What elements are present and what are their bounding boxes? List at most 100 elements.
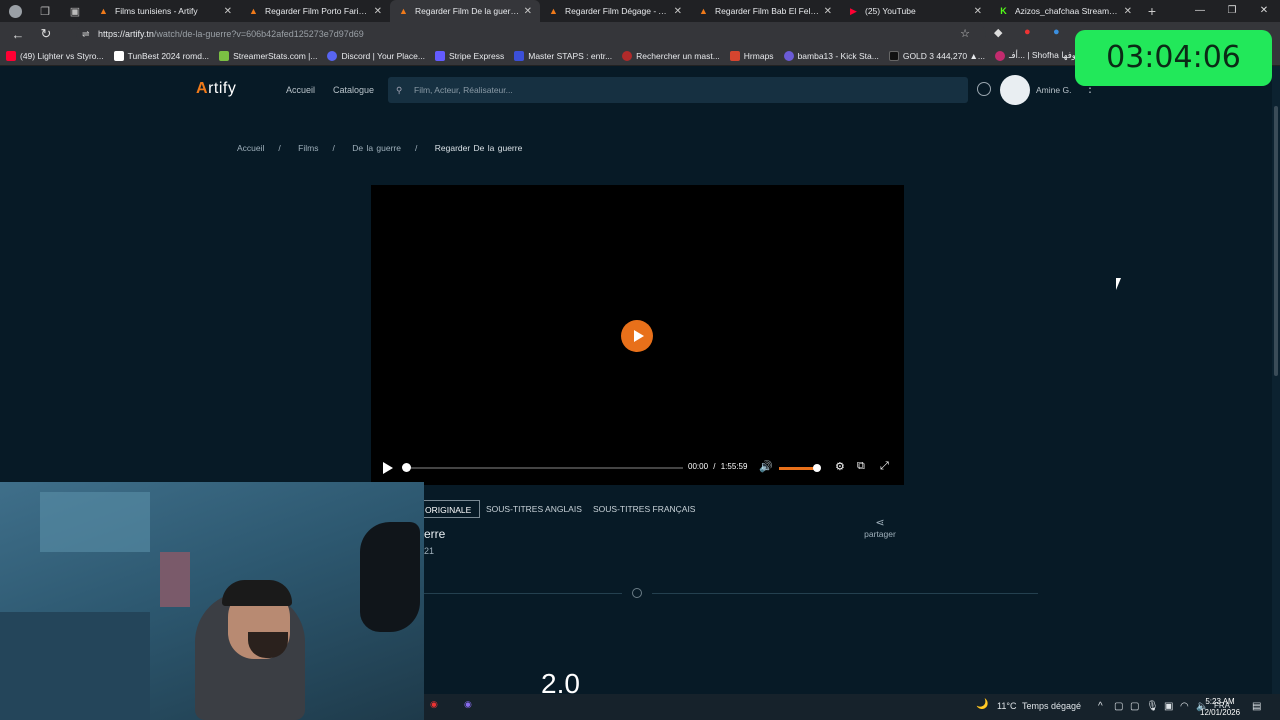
big-play-button[interactable] xyxy=(621,320,653,352)
bookmark-item[interactable]: GOLD 3 444,270 ▲... xyxy=(888,50,985,61)
divider-circle-icon xyxy=(632,588,642,598)
extension-icon[interactable]: ● xyxy=(1024,26,1031,38)
section-divider xyxy=(652,593,1038,594)
bookmark-item[interactable]: StreamerStats.com |... xyxy=(219,50,317,61)
microphone-icon[interactable]: 🎙 xyxy=(1146,701,1159,712)
share-icon: ⋖ xyxy=(875,517,885,529)
artify-icon: ▲ xyxy=(399,6,408,16)
breadcrumb-current: Regarder De la guerre xyxy=(434,143,523,153)
tray-app-icon[interactable]: ▢ xyxy=(1130,701,1139,712)
back-icon[interactable]: ← xyxy=(4,27,32,42)
artify-icon: ▲ xyxy=(249,6,258,16)
artify-icon: ▲ xyxy=(699,6,708,16)
bookmark-item[interactable]: bamba13 - Kick Sta... xyxy=(783,50,879,61)
bookmark-item[interactable]: TunBest 2024 romd... xyxy=(113,50,209,61)
restore-icon[interactable]: ❐ xyxy=(1216,0,1248,22)
search-input[interactable]: ⚲ Film, Acteur, Réalisateur... xyxy=(388,77,968,103)
address-bar[interactable]: ⇌ https://artify.tn/watch/de-la-guerre?v… xyxy=(76,25,986,43)
close-icon[interactable]: ✕ xyxy=(224,6,232,17)
share-button[interactable]: ⋖ partager xyxy=(862,516,898,539)
movie-year: 21 xyxy=(424,546,435,556)
weather-text[interactable]: Temps dégagé xyxy=(1022,701,1081,711)
player-controls: 00:00 / 1:55:59 🔊 ⚙ ⧉ ⤢ xyxy=(371,457,904,479)
site-info-icon[interactable]: ⇌ xyxy=(82,25,90,43)
nav-accueil[interactable]: Accueil xyxy=(286,85,315,95)
new-tab-button[interactable]: + xyxy=(1140,3,1164,19)
time-display: 00:00 / 1:55:59 xyxy=(688,462,748,471)
browser-tab[interactable]: ▲ Regarder Film Porto Farina - A ✕ xyxy=(240,0,390,22)
workspaces-icon[interactable]: ❐ xyxy=(30,0,60,22)
fullscreen-icon[interactable]: ⤢ xyxy=(880,460,889,473)
nav-catalogue[interactable]: Catalogue xyxy=(333,85,374,95)
extension-icon[interactable]: ◆ xyxy=(994,26,1002,39)
close-icon[interactable]: ✕ xyxy=(374,6,382,17)
artify-icon: ▲ xyxy=(549,6,558,16)
tab-sous-titres-anglais[interactable]: SOUS-TITRES ANGLAIS xyxy=(478,500,590,518)
bookmark-star-icon[interactable]: ☆ xyxy=(960,25,970,43)
movie-title: erre xyxy=(424,527,446,541)
youtube-icon: ▶ xyxy=(850,5,857,16)
notification-icon[interactable]: ▤ xyxy=(1252,701,1261,712)
close-icon[interactable]: ✕ xyxy=(824,6,832,17)
bookmark-item[interactable]: Discord | Your Place... xyxy=(327,50,425,61)
profile-icon[interactable] xyxy=(0,0,30,22)
taskbar-app-icon[interactable]: ◉ xyxy=(430,699,438,710)
browser-tab[interactable]: ▲ Regarder Film Dégage - Artify ✕ xyxy=(540,0,690,22)
user-name[interactable]: Amine G. xyxy=(1036,85,1071,95)
tray-app-icon[interactable]: ▢ xyxy=(1114,701,1123,712)
volume-slider[interactable] xyxy=(779,467,817,470)
vertical-tabs-icon[interactable]: ▣ xyxy=(60,0,90,22)
section-divider xyxy=(424,593,622,594)
bookmark-item[interactable]: أفـ... | Shofha شوفها xyxy=(994,50,1083,61)
display-icon[interactable]: ▣ xyxy=(1164,701,1173,712)
volume-icon[interactable]: 🔊 xyxy=(759,460,773,473)
close-icon[interactable]: ✕ xyxy=(674,6,682,17)
reload-icon[interactable]: ↻ xyxy=(32,26,60,42)
play-icon[interactable] xyxy=(383,462,393,474)
bookmark-item[interactable]: (49) Lighter vs Styro... xyxy=(6,50,104,61)
picture-in-picture-icon[interactable]: ⧉ xyxy=(857,460,865,473)
close-icon[interactable]: ✕ xyxy=(974,6,982,17)
webcam-overlay xyxy=(0,482,424,720)
bookmark-item[interactable]: Rechercher un mast... xyxy=(622,50,720,61)
extension-icon[interactable]: ● xyxy=(1053,26,1060,38)
stream-timer: 03:04:06 xyxy=(1075,30,1272,86)
breadcrumb-movie[interactable]: De la guerre xyxy=(352,143,401,153)
artify-icon: ▲ xyxy=(99,6,108,16)
browser-tab-active[interactable]: ▲ Regarder Film De la guerre - A ✕ xyxy=(390,0,540,22)
tab-originale[interactable]: ORIGINALE xyxy=(416,500,481,518)
tray-overflow-icon[interactable]: ^ xyxy=(1098,701,1103,712)
mouse-cursor xyxy=(1116,278,1126,290)
bookmark-item[interactable]: Master STAPS : entr... xyxy=(514,50,612,61)
weather-icon[interactable]: 🌙 xyxy=(976,699,988,710)
tab-strip: ❐ ▣ ▲ Films tunisiens - Artify ✕ ▲ Regarder… xyxy=(0,0,1280,22)
breadcrumb-accueil[interactable]: Accueil xyxy=(237,143,264,153)
browser-tab[interactable]: KAzizos_chafchaa Stream - Wat✕ xyxy=(990,0,1140,22)
taskbar-app-icon[interactable]: ◉ xyxy=(464,699,472,710)
artify-logo[interactable]: Artify xyxy=(196,80,236,98)
progress-handle[interactable] xyxy=(402,463,411,472)
avatar[interactable] xyxy=(1000,75,1030,105)
progress-bar[interactable] xyxy=(406,467,683,469)
language-globe-icon[interactable] xyxy=(977,82,991,96)
browser-tab[interactable]: ▲ Films tunisiens - Artify ✕ xyxy=(90,0,240,22)
wifi-icon[interactable]: ◠ xyxy=(1180,701,1189,712)
breadcrumb: Accueil / Films / De la guerre / Regarder D… xyxy=(237,143,523,153)
tab-sous-titres-francais[interactable]: SOUS-TITRES FRANÇAIS xyxy=(585,500,703,518)
breadcrumb-films[interactable]: Films xyxy=(298,143,318,153)
close-icon[interactable]: ✕ xyxy=(1124,6,1132,17)
minimize-icon[interactable]: — xyxy=(1184,0,1216,22)
settings-gear-icon[interactable]: ⚙ xyxy=(835,460,845,473)
close-window-icon[interactable]: ✕ xyxy=(1248,0,1280,22)
bookmark-item[interactable]: Stripe Express xyxy=(434,50,504,61)
close-icon[interactable]: ✕ xyxy=(524,6,532,17)
taskbar: ◉ ◉ 🌙 11°C Temps dégagé ^ ▢ ▢ 🎙 ▣ ◠ 🔈 FR… xyxy=(424,694,1280,720)
volume-handle[interactable] xyxy=(812,464,821,472)
page-scrollbar[interactable] xyxy=(1272,66,1280,720)
browser-tab[interactable]: ▲Regarder Film Bab El Fella "Le✕ xyxy=(690,0,840,22)
video-player[interactable]: 00:00 / 1:55:59 🔊 ⚙ ⧉ ⤢ xyxy=(371,185,904,485)
weather-temp[interactable]: 11°C xyxy=(997,701,1016,711)
browser-tab[interactable]: ▶ (25) YouTube ✕ xyxy=(840,0,990,22)
bookmark-item[interactable]: Hrmaps xyxy=(729,50,774,61)
taskbar-clock[interactable]: 5:23 AM 12/01/2026 xyxy=(1200,696,1240,718)
